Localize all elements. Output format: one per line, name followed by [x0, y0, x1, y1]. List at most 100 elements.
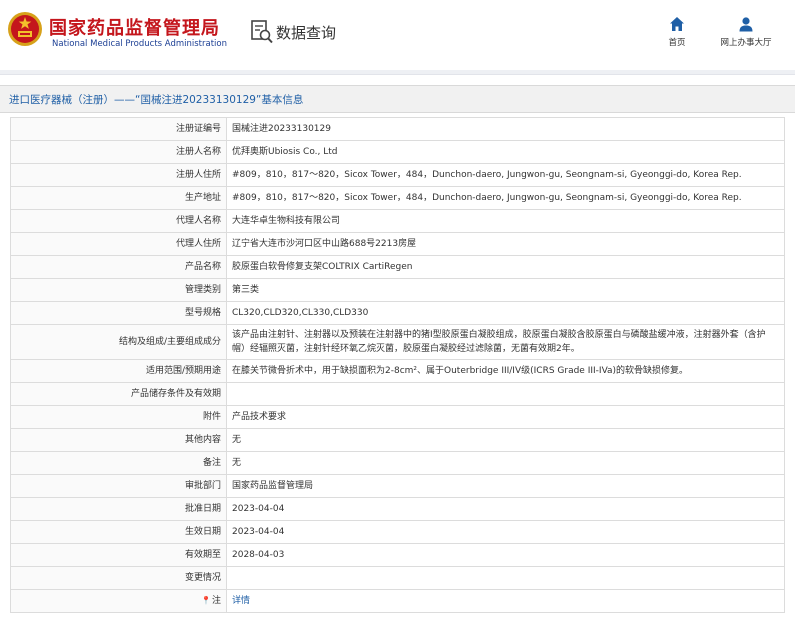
- info-row-label: 其他内容: [10, 428, 227, 452]
- info-row-value: 胶原蛋白软骨修复支架COLTRIX CartiRegen: [226, 255, 785, 279]
- registration-info-table: 注册证编号 国械注进20233130129 注册人名称 优拜奥斯Ubiosis Co.…: [10, 117, 785, 613]
- info-row-value-text: 产品技术要求: [232, 412, 287, 422]
- info-row: 有效期至 2028-04-03: [10, 543, 785, 567]
- info-row-value-text: 优拜奥斯Ubiosis Co., Ltd: [232, 147, 338, 157]
- info-row-value: 产品技术要求: [226, 405, 785, 429]
- info-row-label: 生产地址: [10, 186, 227, 210]
- data-query-label: 数据查询: [276, 24, 337, 42]
- info-row: 代理人住所 辽宁省大连市沙河口区中山路688号2213房屋: [10, 232, 785, 256]
- info-row-label-text: 变更情况: [184, 573, 221, 583]
- info-row: 型号规格 CL320,CLD320,CL330,CLD330: [10, 301, 785, 325]
- info-row-label: 产品名称: [10, 255, 227, 279]
- info-row-value: 该产品由注射针、注射器以及预装在注射器中的猪I型胶原蛋白凝胶组成，胶原蛋白凝胶含…: [226, 324, 785, 360]
- record-title: 进口医疗器械（注册）——“国械注进20233130129”基本信息: [9, 94, 304, 106]
- info-row: 注册人住所 #809，810，817～820，Sicox Tower，484，Du…: [10, 163, 785, 187]
- nav-online-service-hall[interactable]: 网上办事大厅: [713, 16, 779, 48]
- info-row-value-text: 2023-04-04: [232, 504, 285, 514]
- info-row-label-text: 注: [211, 596, 221, 606]
- info-row: 注册人名称 优拜奥斯Ubiosis Co., Ltd: [10, 140, 785, 164]
- info-row-value: 大连华卓生物科技有限公司: [226, 209, 785, 233]
- info-row-label: 生效日期: [10, 520, 227, 544]
- info-row-label-text: 生效日期: [184, 527, 221, 537]
- info-row-value-text: 该产品由注射针、注射器以及预装在注射器中的猪I型胶原蛋白凝胶组成，胶原蛋白凝胶含…: [232, 330, 766, 354]
- info-row-value: #809，810，817～820，Sicox Tower，484，Dunchon…: [226, 163, 785, 187]
- info-row-value-text: #809，810，817～820，Sicox Tower，484，Dunchon…: [232, 170, 742, 180]
- info-row-label-text: 产品名称: [184, 262, 221, 272]
- info-row: 产品名称 胶原蛋白软骨修复支架COLTRIX CartiRegen: [10, 255, 785, 279]
- site-logo-title[interactable]: 国家药品监督管理局: [49, 14, 220, 40]
- info-row-label: 注册人名称: [10, 140, 227, 164]
- info-row-value-text: 第三类: [232, 285, 260, 295]
- info-row-label-text: 附件: [202, 412, 221, 422]
- info-row-value: 优拜奥斯Ubiosis Co., Ltd: [226, 140, 785, 164]
- info-row-label-text: 批准日期: [184, 504, 221, 514]
- info-row-label: 备注: [10, 451, 227, 475]
- info-row-label: 产品储存条件及有效期: [10, 382, 227, 406]
- user-icon: [739, 17, 753, 32]
- info-row-value: 无: [226, 451, 785, 475]
- info-row: 代理人名称 大连华卓生物科技有限公司: [10, 209, 785, 233]
- info-row-label: 管理类别: [10, 278, 227, 302]
- info-row-value: 国家药品监督管理局: [226, 474, 785, 498]
- nav-home-label: 首页: [668, 38, 686, 48]
- info-row-label-text: 结构及组成/主要组成成分: [118, 337, 221, 347]
- info-row-label-text: 注册人名称: [175, 147, 221, 157]
- info-row-value-text: 国家药品监督管理局: [232, 481, 314, 491]
- info-row: 变更情况: [10, 566, 785, 590]
- info-row-label: 代理人名称: [10, 209, 227, 233]
- info-row: 结构及组成/主要组成成分 该产品由注射针、注射器以及预装在注射器中的猪I型胶原蛋白…: [10, 324, 785, 360]
- info-row-label: 审批部门: [10, 474, 227, 498]
- nav-home[interactable]: 首页: [663, 16, 691, 48]
- info-row: 管理类别 第三类: [10, 278, 785, 302]
- info-row-value: CL320,CLD320,CL330,CLD330: [226, 301, 785, 325]
- document-search-icon: [251, 20, 273, 44]
- record-title-bar: 进口医疗器械（注册）——“国械注进20233130129”基本信息: [0, 75, 795, 113]
- info-row-label-text: 型号规格: [184, 308, 221, 318]
- info-row-value: 2023-04-04: [226, 497, 785, 521]
- info-row-value: 2028-04-03: [226, 543, 785, 567]
- info-row-value: 第三类: [226, 278, 785, 302]
- info-row-value-text: CL320,CLD320,CL330,CLD330: [232, 308, 369, 318]
- info-row-label: 附件: [10, 405, 227, 429]
- info-row-label: 有效期至: [10, 543, 227, 567]
- home-icon: [670, 17, 684, 31]
- info-row-value: 在膝关节微骨折术中，用于缺损面积为2-8cm²、属于Outerbridge II…: [226, 359, 785, 383]
- info-row-label-text: 代理人住所: [175, 239, 221, 249]
- info-row-label-text: 其他内容: [184, 435, 221, 445]
- info-row: 生效日期 2023-04-04: [10, 520, 785, 544]
- info-row-label-text: 注册证编号: [175, 124, 221, 134]
- info-row-value-text: 2023-04-04: [232, 527, 285, 537]
- info-row-value-text: 辽宁省大连市沙河口区中山路688号2213房屋: [232, 239, 417, 249]
- national-emblem-icon: [8, 12, 42, 46]
- pin-icon: 📍: [201, 596, 211, 605]
- info-row-label: 变更情况: [10, 566, 227, 590]
- info-row-label: 注册人住所: [10, 163, 227, 187]
- details-link[interactable]: 详情: [232, 596, 250, 606]
- site-header: 国家药品监督管理局 National Medical Products Admi…: [0, 0, 795, 70]
- info-row-value: [226, 382, 785, 406]
- info-row: 批准日期 2023-04-04: [10, 497, 785, 521]
- info-row-value: #809，810，817～820，Sicox Tower，484，Dunchon…: [226, 186, 785, 210]
- info-row: 附件 产品技术要求: [10, 405, 785, 429]
- info-row-label-text: 备注: [202, 458, 221, 468]
- info-row-label-text: 审批部门: [184, 481, 221, 491]
- info-row: 审批部门 国家药品监督管理局: [10, 474, 785, 498]
- info-row-label: 型号规格: [10, 301, 227, 325]
- info-row-label-text: 产品储存条件及有效期: [130, 389, 221, 399]
- info-row-label-text: 有效期至: [184, 550, 221, 560]
- info-row: 注册证编号 国械注进20233130129: [10, 117, 785, 141]
- info-row-label-text: 注册人住所: [175, 170, 221, 180]
- info-row: 适用范围/预期用途 在膝关节微骨折术中，用于缺损面积为2-8cm²、属于Outer…: [10, 359, 785, 383]
- info-row-value-text: 无: [232, 435, 242, 445]
- info-row-value: 无: [226, 428, 785, 452]
- site-logo-subtitle[interactable]: National Medical Products Administration: [52, 39, 227, 49]
- info-row-value-text: 无: [232, 458, 242, 468]
- info-row-value: 2023-04-04: [226, 520, 785, 544]
- info-row-label-text: 生产地址: [184, 193, 221, 203]
- info-row-label: 📍注: [10, 589, 227, 613]
- info-row: 产品储存条件及有效期: [10, 382, 785, 406]
- info-row-value-text: 大连华卓生物科技有限公司: [232, 216, 341, 226]
- info-row-value: 国械注进20233130129: [226, 117, 785, 141]
- info-row-label-text: 管理类别: [184, 285, 221, 295]
- nav-online-service-hall-label: 网上办事大厅: [720, 38, 772, 48]
